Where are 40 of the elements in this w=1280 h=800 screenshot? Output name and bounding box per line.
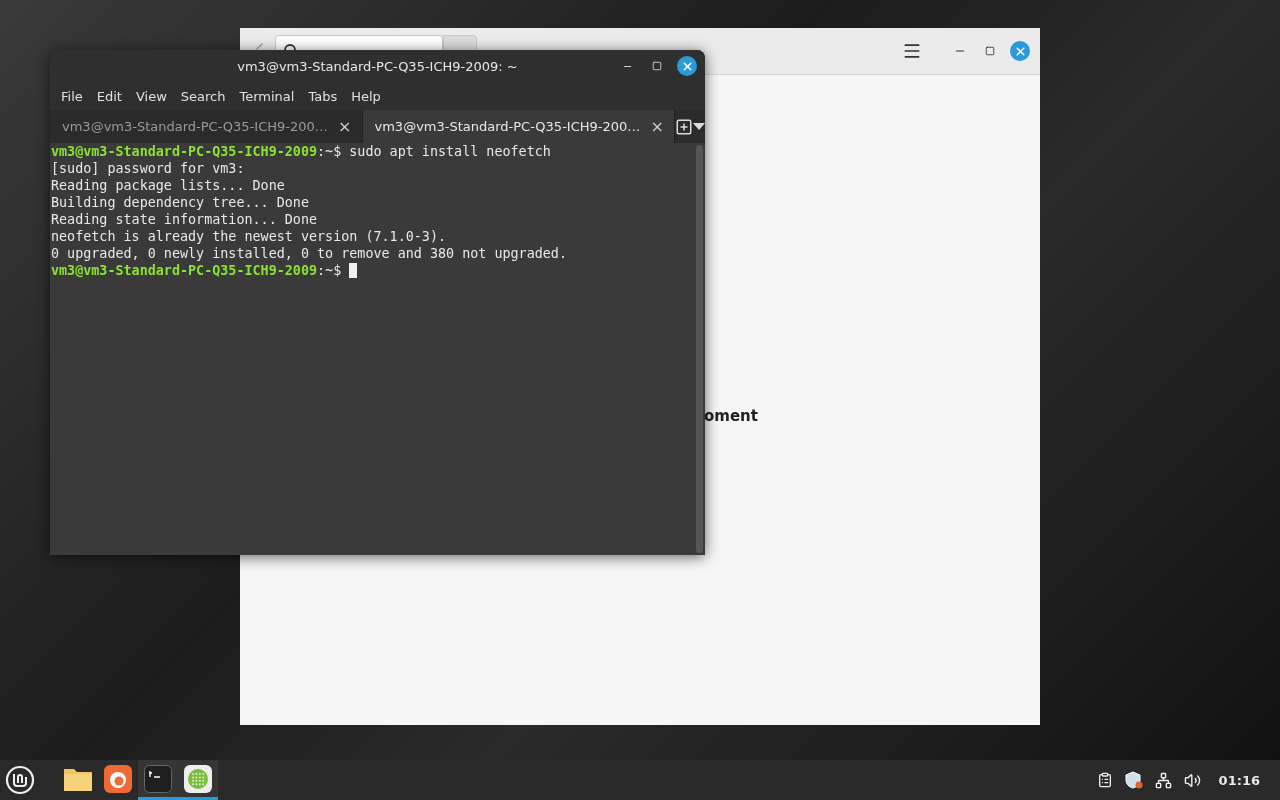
search-field[interactable] [275, 35, 443, 50]
menu-item[interactable]: Search [173, 88, 233, 104]
terminal-icon [144, 764, 172, 793]
scrollbar[interactable] [696, 145, 703, 553]
output-line: Building dependency tree... Done [51, 194, 310, 211]
menu-item[interactable]: File [54, 88, 90, 104]
logo-icon [5, 765, 35, 795]
output-line: Reading state information... Done [51, 211, 319, 228]
maximize-icon [652, 61, 662, 71]
close-button[interactable] [677, 56, 697, 76]
tab-close-button[interactable]: × [650, 117, 664, 136]
taskbar-app[interactable] [178, 760, 218, 800]
clipboard-icon[interactable] [1096, 772, 1113, 788]
menu-item[interactable]: Edit [89, 88, 129, 104]
prompt-line: vm3@vm3-Standard-PC-Q35-ICH9-2009:~$ sudo apt install neofetch [51, 143, 552, 160]
menu-item[interactable]: Terminal [232, 88, 302, 104]
network-icon[interactable] [1154, 771, 1172, 789]
output-line: neofetch is already the newest version (7.1.0-3). [51, 228, 448, 245]
menu-item[interactable]: Tabs [301, 88, 345, 104]
window-title: vm3@vm3-Standard-PC-Q35-ICH9-2009: ~ [237, 58, 518, 74]
menu-item[interactable]: Help [344, 88, 388, 104]
shield-icon[interactable] [1124, 771, 1143, 789]
menu-item[interactable]: View [128, 88, 174, 104]
dropdown-icon[interactable] [693, 123, 705, 130]
fox-icon [104, 764, 132, 793]
app-grid-icon [184, 764, 212, 793]
tab-close-button[interactable]: × [338, 117, 352, 136]
maximize-icon [985, 46, 995, 56]
output-line: 0 upgraded, 0 newly installed, 0 to remove and 380 not upgraded. [51, 245, 568, 262]
volume-icon[interactable] [1183, 771, 1201, 789]
close-icon [680, 59, 694, 73]
output-line: Reading package lists... Done [51, 177, 286, 194]
clock[interactable]: 01:16 [1218, 772, 1260, 788]
menu-icon[interactable] [902, 41, 922, 61]
terminal-tab[interactable]: vm3@vm3-Standard-PC-Q35-ICH9-200… × [362, 110, 675, 143]
close-icon [1013, 44, 1027, 58]
status-message: oment [704, 407, 758, 425]
prompt-line: vm3@vm3-Standard-PC-Q35-ICH9-2009:~$ [51, 262, 695, 279]
new-tab-icon[interactable] [675, 117, 693, 136]
output-line: [sudo] password for vm3: [51, 160, 246, 177]
